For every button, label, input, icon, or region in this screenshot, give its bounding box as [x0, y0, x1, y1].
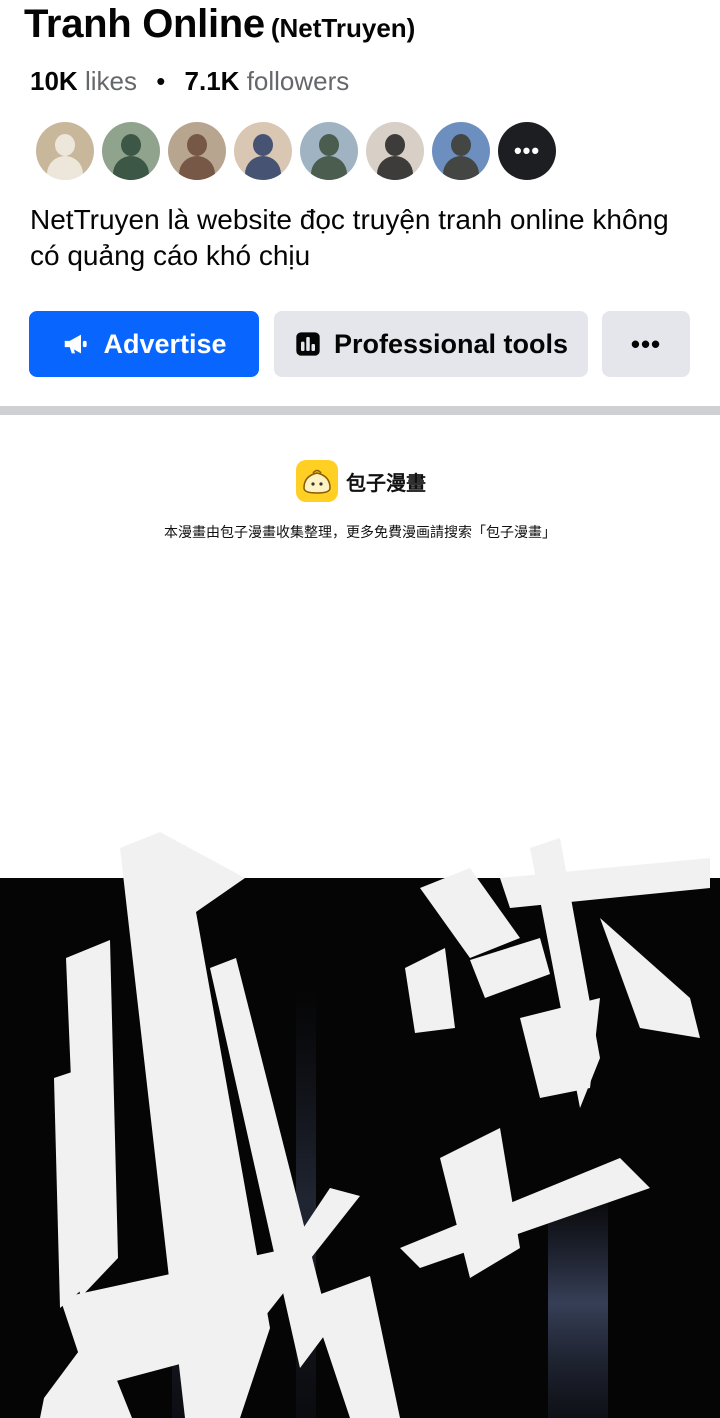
- followers-count[interactable]: 7.1K: [185, 66, 240, 96]
- follower-avatar[interactable]: [234, 122, 292, 180]
- avatar-figure-body: [113, 156, 149, 180]
- comic-panel: [0, 832, 720, 1418]
- follower-avatar[interactable]: [168, 122, 226, 180]
- baozi-logo: [296, 460, 338, 502]
- more-options-button[interactable]: •••: [602, 311, 690, 377]
- follower-avatar[interactable]: [432, 122, 490, 180]
- more-icon: •••: [630, 328, 662, 359]
- avatar-figure-body: [179, 156, 215, 180]
- megaphone-icon: [65, 334, 88, 354]
- page-title: Tranh Online (NetTruyen): [24, 2, 415, 47]
- stats-separator: •: [156, 66, 166, 96]
- advertise-button[interactable]: Advertise: [29, 311, 259, 377]
- follower-avatar[interactable]: [102, 122, 160, 180]
- avatar-figure-head: [55, 134, 75, 156]
- avatar-figure-body: [377, 156, 413, 180]
- avatar-figure-head: [187, 134, 207, 156]
- avatar-figure-head: [253, 134, 273, 156]
- more-followers-button[interactable]: •••: [498, 122, 556, 180]
- scan-source-notice: 本漫畫由包子漫畫收集整理，更多免費漫画請搜索「包子漫畫」: [164, 525, 556, 541]
- bar-chart-icon: [296, 332, 320, 356]
- page-stats: 10K likes • 7.1K followers: [30, 66, 349, 97]
- avatar-figure-head: [385, 134, 405, 156]
- follower-avatar[interactable]: [300, 122, 358, 180]
- avatar-figure-head: [319, 134, 339, 156]
- professional-tools-button[interactable]: Professional tools: [274, 311, 588, 377]
- follower-avatar[interactable]: [366, 122, 424, 180]
- avatar-figure-body: [245, 156, 281, 180]
- professional-tools-label: Professional tools: [333, 328, 569, 359]
- avatar-figure-body: [443, 156, 479, 180]
- followers-label[interactable]: followers: [247, 66, 350, 96]
- avatar-figure-head: [451, 134, 471, 156]
- page-name: Tranh Online: [24, 2, 265, 46]
- page-name-suffix: (NetTruyen): [270, 13, 416, 43]
- follower-avatars: •••: [36, 122, 556, 180]
- page-description: NetTruyen là website đọc truyện tranh on…: [30, 204, 669, 271]
- follower-avatar[interactable]: [36, 122, 94, 180]
- likes-label[interactable]: likes: [85, 66, 137, 96]
- advertise-label: Advertise: [103, 328, 227, 359]
- avatar-figure-body: [311, 156, 347, 180]
- section-divider: [0, 406, 720, 415]
- comic-source-brand: 包子漫畫: [296, 460, 426, 502]
- bun-icon: [303, 469, 331, 494]
- avatar-figure-body: [47, 156, 83, 180]
- more-icon: •••: [513, 138, 541, 163]
- likes-count[interactable]: 10K: [30, 66, 78, 96]
- avatar-figure-head: [121, 134, 141, 156]
- brand-name: 包子漫畫: [346, 470, 426, 495]
